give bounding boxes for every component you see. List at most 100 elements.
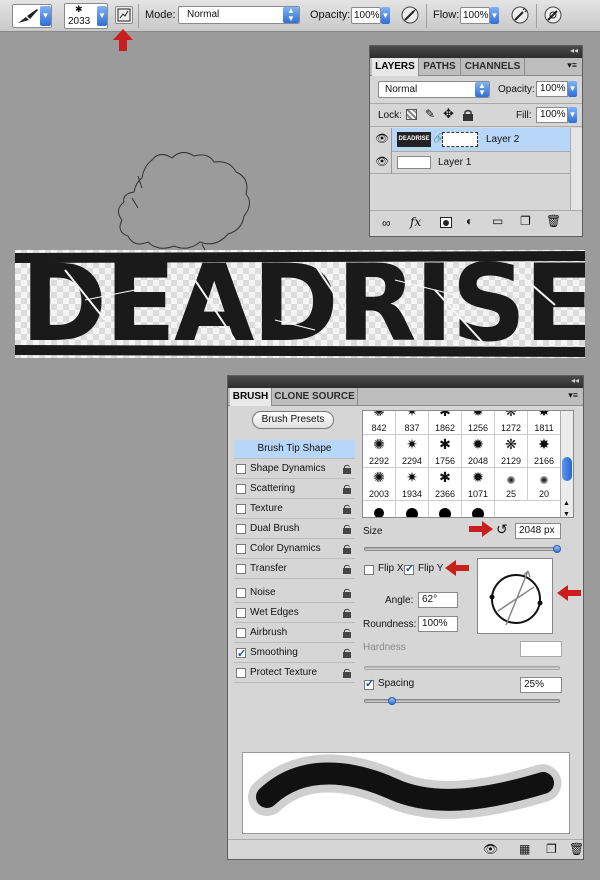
option-checkbox[interactable] — [236, 608, 246, 618]
airbrush-toggle[interactable] — [510, 5, 530, 25]
visibility-toggle[interactable]: 👁 — [370, 128, 392, 152]
lock-icon[interactable] — [342, 524, 352, 534]
brush-option-scattering[interactable]: Scattering — [234, 480, 355, 499]
brush-tip-cell[interactable]: ✷ 2294 — [396, 435, 429, 468]
brush-tip-cell[interactable]: 131 — [429, 501, 462, 517]
option-checkbox[interactable]: ✓ — [236, 648, 246, 660]
brush-tip-cell[interactable]: ✸ 1811 — [528, 411, 561, 435]
brush-angle-preview[interactable] — [477, 558, 553, 634]
tool-preset-picker[interactable]: ▼ — [12, 4, 52, 28]
brush-tip-cell[interactable]: ❋ 1272 — [495, 411, 528, 435]
brush-option-color-dynamics[interactable]: Color Dynamics — [234, 540, 355, 559]
reset-size-icon[interactable]: ↺ — [496, 521, 508, 538]
brush-option-dual-brush[interactable]: Dual Brush — [234, 520, 355, 539]
layer-row-layer-2[interactable]: 👁 DEADRISE 🔗 Layer 2 — [370, 128, 570, 152]
brush-tip-cell[interactable]: 25 — [363, 501, 396, 517]
roundness-input[interactable]: 100% — [418, 616, 458, 632]
brush-option-wet-edges[interactable]: Wet Edges — [234, 604, 355, 623]
brush-tip-cell[interactable]: ✹ 1256 — [462, 411, 495, 435]
brush-tip-cell[interactable]: ✺ 2292 — [363, 435, 396, 468]
brush-tip-cell[interactable]: ✷ 1934 — [396, 468, 429, 501]
tab-paths[interactable]: PATHS — [419, 58, 461, 76]
layer-opacity-dropdown-icon[interactable]: ▼ — [568, 81, 577, 97]
new-layer-icon[interactable]: ❐ — [520, 214, 531, 228]
option-checkbox[interactable] — [236, 588, 246, 598]
option-checkbox[interactable] — [236, 464, 246, 474]
size-slider[interactable] — [364, 545, 562, 553]
new-group-icon[interactable]: ▭ — [492, 214, 503, 228]
brush-tip-cell[interactable]: ✺ 2003 — [363, 468, 396, 501]
toggle-live-tip-preview-icon[interactable]: 👁 — [483, 842, 498, 856]
spacing-slider[interactable] — [364, 697, 560, 705]
lock-position-icon[interactable]: ✥ — [443, 106, 454, 122]
option-checkbox[interactable] — [236, 628, 246, 638]
lock-icon[interactable] — [342, 544, 352, 554]
brush-option-airbrush[interactable]: Airbrush — [234, 624, 355, 643]
layers-scrollbar[interactable] — [570, 128, 582, 210]
tab-clone-source[interactable]: CLONE SOURCE — [272, 388, 358, 406]
fill-input[interactable]: 100% — [536, 107, 568, 123]
brush-tip-cell[interactable]: ✸ 2166 — [528, 435, 561, 468]
lock-icon[interactable] — [342, 464, 352, 474]
lock-transparent-pixels-icon[interactable] — [406, 109, 417, 120]
brush-tip-cell[interactable]: ❋ 2129 — [495, 435, 528, 468]
tab-layers[interactable]: LAYERS — [372, 58, 419, 76]
option-checkbox[interactable] — [236, 504, 246, 514]
size-slider-thumb[interactable] — [553, 545, 562, 553]
option-checkbox[interactable] — [236, 484, 246, 494]
toggle-brush-panel-button[interactable] — [115, 6, 133, 24]
lock-icon[interactable] — [342, 608, 352, 618]
spacing-input[interactable]: 25% — [520, 677, 562, 693]
layer-row-layer-1[interactable]: 👁 Layer 1 — [370, 152, 570, 174]
angle-input[interactable]: 62° — [418, 592, 458, 608]
lock-all-icon[interactable] — [462, 109, 474, 122]
brush-tip-cell[interactable]: ✷ 837 — [396, 411, 429, 435]
add-mask-icon[interactable] — [440, 217, 452, 228]
option-checkbox[interactable] — [236, 564, 246, 574]
pressure-opacity-toggle[interactable] — [400, 5, 420, 25]
brush-presets-button[interactable]: Brush Presets — [252, 411, 334, 429]
brush-option-smoothing[interactable]: ✓ Smoothing — [234, 644, 355, 663]
flow-dropdown-icon[interactable]: ▼ — [490, 7, 499, 24]
brush-tip-cell[interactable]: ✹ 2048 — [462, 435, 495, 468]
panel-title-bar[interactable]: ◂◂ — [370, 46, 582, 58]
trash-icon[interactable]: 🗑 — [546, 214, 561, 228]
layer-opacity-input[interactable]: 100% — [536, 81, 568, 97]
scroll-down-icon[interactable]: ▼ — [563, 511, 570, 517]
layer-style-icon[interactable]: fx — [410, 215, 421, 229]
option-checkbox[interactable] — [236, 544, 246, 554]
blend-mode-select[interactable]: Normal ▲ ▼ — [378, 81, 490, 98]
brush-option-protect-texture[interactable]: Protect Texture — [234, 664, 355, 683]
lock-icon[interactable] — [342, 588, 352, 598]
lock-icon[interactable] — [342, 628, 352, 638]
link-layers-icon[interactable]: ∞ — [382, 216, 391, 230]
visibility-toggle[interactable]: 👁 — [370, 152, 392, 174]
brush-tip-cell[interactable]: ✺ 842 — [363, 411, 396, 435]
scroll-up-icon[interactable]: ▲ — [563, 500, 570, 507]
spacing-checkbox[interactable]: ✓ Spacing — [364, 678, 444, 692]
panel-menu-icon[interactable]: ▾≡ — [568, 390, 578, 401]
lock-icon[interactable] — [342, 668, 352, 678]
spacing-slider-thumb[interactable] — [387, 697, 396, 705]
layer-mask-thumbnail[interactable] — [442, 132, 478, 147]
brush-tip-cell[interactable]: 45 — [396, 501, 429, 517]
option-checkbox[interactable] — [236, 668, 246, 678]
lock-icon[interactable] — [342, 648, 352, 658]
brush-tip-cell[interactable]: ✱ 2366 — [429, 468, 462, 501]
panel-menu-icon[interactable]: ▾≡ — [567, 60, 577, 71]
new-preset-icon[interactable]: ❐ — [546, 842, 557, 856]
brush-tip-cell[interactable]: 30 — [462, 501, 495, 517]
opacity-input[interactable]: 100% — [351, 7, 381, 24]
collapse-icon[interactable]: ◂◂ — [571, 376, 579, 385]
size-input[interactable]: 2048 px — [515, 523, 561, 539]
brush-option-noise[interactable]: Noise — [234, 584, 355, 603]
panel-title-bar[interactable]: ◂◂ — [228, 376, 583, 388]
lock-icon[interactable] — [342, 504, 352, 514]
brush-tip-cell[interactable]: 25 — [495, 468, 528, 501]
trash-icon[interactable]: 🗑 — [569, 842, 584, 856]
pressure-size-toggle[interactable] — [543, 5, 563, 25]
lock-image-pixels-icon[interactable]: ✎ — [425, 107, 435, 121]
brush-preset-picker[interactable]: ✱ 2033 ▼ — [64, 3, 108, 29]
brush-tip-cell[interactable]: ✹ 1071 — [462, 468, 495, 501]
tab-channels[interactable]: CHANNELS — [461, 58, 525, 76]
